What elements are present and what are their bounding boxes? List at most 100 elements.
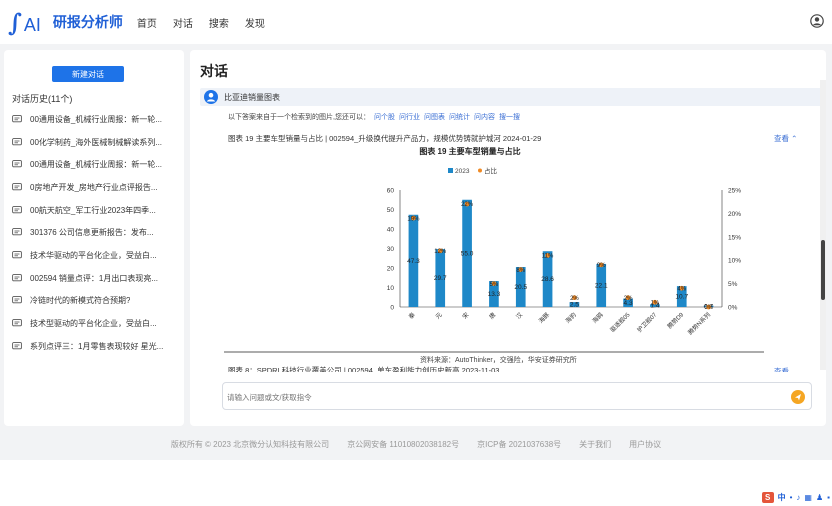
logo-mark: ∫ <box>8 7 22 37</box>
chat-bubble-icon <box>12 319 22 327</box>
y2-tick-label: 15% <box>728 234 741 241</box>
link-search[interactable]: 搜一搜 <box>499 112 520 122</box>
share-value-label: 9% <box>597 263 606 269</box>
view-figure-link[interactable]: 查看 ⌃ <box>774 133 797 144</box>
bar-value-label: 22.1 <box>595 282 608 289</box>
legend-swatch-share <box>478 168 482 173</box>
footer-copyright: 版权所有 © 2023 北京微分认知科技有限公司 <box>170 439 330 449</box>
history-item[interactable]: 技术华驱动的平台化企业，受益白... <box>12 244 180 267</box>
question-text: 比亚迪销量图表 <box>224 92 280 102</box>
scrollbar-track[interactable] <box>820 80 826 370</box>
history-item[interactable]: 冷链时代的新模式符合预期? <box>12 290 180 313</box>
history-item[interactable]: 0房地产开发_房地产行业点评报告... <box>12 176 180 199</box>
page-title: 对话 <box>200 63 228 79</box>
history-item-label: 0房地产开发_房地产行业点评报告... <box>30 182 158 192</box>
nav-discover[interactable]: 发现 <box>245 15 265 30</box>
link-ask-stock[interactable]: 问个股 <box>374 112 395 122</box>
nav-home[interactable]: 首页 <box>137 15 157 30</box>
share-value-label: 5% <box>490 282 499 288</box>
chevron-up-icon: ⌃ <box>791 134 798 143</box>
share-value-label: 11% <box>542 254 554 260</box>
chat-bubble-icon <box>12 160 22 168</box>
history-item[interactable]: 00通用设备_机械行业周报：新一轮... <box>12 108 180 131</box>
main-nav: 首页 对话 搜索 发现 <box>137 15 265 30</box>
link-ask-industry[interactable]: 问行业 <box>399 112 420 122</box>
y2-tick-label: 0% <box>728 305 738 312</box>
y-tick-label: 40 <box>387 227 395 234</box>
scrollbar-thumb[interactable] <box>821 240 825 300</box>
history-item-label: 00通用设备_机械行业周报：新一轮... <box>30 160 163 170</box>
y2-tick-label: 10% <box>728 258 741 265</box>
history-item[interactable]: 002594 销量点评：1月出口表现亮... <box>12 267 180 290</box>
logo[interactable]: ∫ AI <box>8 8 41 37</box>
chat-input-box <box>222 382 812 410</box>
bar-value-label: 29.7 <box>434 275 447 282</box>
y-tick-label: 30 <box>387 246 395 253</box>
bar-value-label: 28.6 <box>541 276 554 283</box>
y-tick-label: 50 <box>387 207 395 214</box>
history-item-label: 00化学制药_海外医械制械解读系列... <box>30 137 163 147</box>
share-value-label: 1% <box>651 301 660 307</box>
history-item-label: 系列点评三：1月零售表现较好 星光... <box>30 341 164 351</box>
history-item-label: 00通用设备_机械行业周报：新一轮... <box>30 114 163 124</box>
footer-icp-security[interactable]: 京公网安备 11010802038182号 <box>347 439 459 450</box>
top-bar: ∫ AI 研报分析师 首页 对话 搜索 发现 <box>0 0 832 44</box>
legend-label-share: 占比 <box>484 166 498 175</box>
chat-bubble-icon <box>12 341 22 349</box>
y-tick-label: 10 <box>387 285 395 292</box>
bar-value-label: 2.5 <box>570 302 579 309</box>
ime-logo-icon[interactable]: S <box>761 492 774 503</box>
y2-tick-label: 5% <box>728 281 738 288</box>
footer: 版权所有 © 2023 北京微分认知科技有限公司 京公网安备 110108020… <box>0 428 832 460</box>
bar-value-label: 13.3 <box>488 291 501 298</box>
y-tick-label: 60 <box>387 188 395 195</box>
new-chat-button[interactable]: 新建对话 <box>52 66 124 82</box>
question-bar: 比亚迪销量图表 <box>200 88 826 106</box>
chat-bubble-icon <box>12 228 22 236</box>
history-item-label: 技术华驱动的平台化企业，受益白... <box>30 250 157 260</box>
history-item[interactable]: 系列点评三：1月零售表现较好 星光... <box>12 335 180 358</box>
history-item[interactable]: 00通用设备_机械行业周报：新一轮... <box>12 153 180 176</box>
answer-intro-text: 以下答案来自于一个检索到的图片,您还可以： <box>228 114 370 121</box>
history-item[interactable]: 301376 公司信息更新报告：发布... <box>12 221 180 244</box>
nav-search[interactable]: 搜索 <box>209 15 229 30</box>
ime-menu-icon[interactable]: ▪ <box>827 493 830 502</box>
logo-text: AI <box>23 14 41 35</box>
ime-keyboard-icon[interactable]: ▦ <box>804 493 812 502</box>
ime-lang[interactable]: 中 <box>778 492 786 503</box>
user-icon[interactable] <box>810 14 824 28</box>
share-value-label: 2% <box>570 296 579 302</box>
history-title: 对话历史(11个) <box>12 94 73 104</box>
share-value-label: 12% <box>434 249 447 255</box>
chat-bubble-icon <box>12 183 22 191</box>
legend-label-2023: 2023 <box>455 168 470 175</box>
ime-skin-icon[interactable]: ♟ <box>816 493 823 502</box>
history-item-label: 技术型驱动的平台化企业，受益白... <box>30 319 157 329</box>
y-tick-label: 0 <box>390 305 394 312</box>
view-figure-2-link[interactable]: 查看 <box>774 366 789 372</box>
answer-intro: 以下答案来自于一个检索到的图片,您还可以： 问个股 问行业 问图表 问统计 问内… <box>228 112 520 122</box>
link-ask-content[interactable]: 问内容 <box>474 112 495 122</box>
history-item[interactable]: 00化学制药_海外医械制械解读系列... <box>12 131 180 154</box>
chart-background <box>222 144 766 366</box>
bar-value-label: 47.3 <box>407 258 420 265</box>
send-button[interactable] <box>791 390 805 404</box>
link-ask-stats[interactable]: 问统计 <box>449 112 470 122</box>
send-icon <box>795 394 801 401</box>
footer-agreement-link[interactable]: 用户协议 <box>629 439 661 450</box>
ime-tray: S 中 • ♪ ▦ ♟ ▪ <box>761 492 830 503</box>
footer-about-link[interactable]: 关于我们 <box>579 439 611 450</box>
history-item[interactable]: 技术型驱动的平台化企业，受益白... <box>12 312 180 335</box>
history-item[interactable]: 00航天航空_军工行业2023年四季... <box>12 199 180 222</box>
chat-input[interactable] <box>227 390 767 404</box>
nav-chat[interactable]: 对话 <box>173 15 193 30</box>
link-ask-chart[interactable]: 问图表 <box>424 112 445 122</box>
figure-caption: 图表 19 主要车型销量与占比 | 002594_升级换代提升产品力，规模优势铸… <box>228 134 542 143</box>
ime-punct-icon[interactable]: • <box>790 493 793 502</box>
ime-voice-icon[interactable]: ♪ <box>796 493 800 502</box>
brand-name: 研报分析师 <box>52 14 123 30</box>
figure-2-caption: 图表 8：SPDRI 科技行业覆盖公司 | 002594_单车盈利能力创历史新高… <box>228 366 500 372</box>
footer-icp[interactable]: 京ICP备 2021037638号 <box>477 439 561 450</box>
share-value-label: 0% <box>704 305 713 311</box>
chart-source: 资料来源：AutoThinker，交强险，华安证券研究所 <box>420 355 577 364</box>
